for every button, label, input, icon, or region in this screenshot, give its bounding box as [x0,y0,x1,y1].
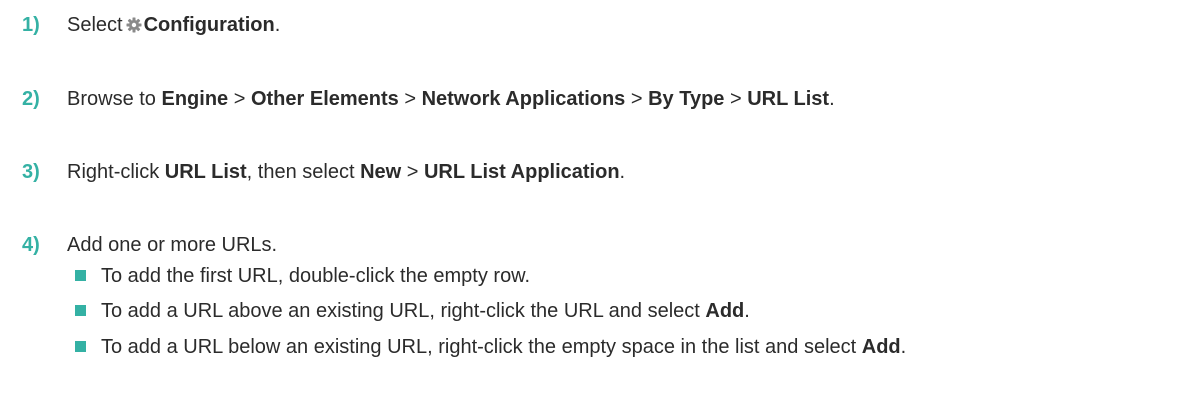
text-segment: , then select [246,161,361,183]
ui-term-by-type: By Type [648,88,725,110]
text-segment: Browse to [67,88,162,110]
ui-term-add: Add [861,336,901,358]
list-item: To add the first URL, double-click the e… [0,262,1180,290]
text-segment: Select [67,14,123,36]
text-segment: . [900,336,907,358]
ui-term-other-elements: Other Elements [250,88,399,110]
step-text: Select Configuration. [67,10,280,40]
step-number: 3) [22,161,40,183]
step-number: 4) [22,234,40,256]
ui-term-url-list: URL List [164,161,247,183]
list-item-text: To add a URL below an existing URL, righ… [101,333,906,361]
ui-term-configuration: Configuration [143,14,275,36]
list-item: To add a URL above an existing URL, righ… [0,297,1180,325]
text-segment: . [619,161,626,183]
step-number: 2) [22,88,40,110]
bullet-square-icon [75,341,86,352]
path-separator: > [401,161,424,183]
step-text: Right-click URL List, then select New > … [67,157,625,187]
text-segment: . [829,88,835,110]
step-3: 3) Right-click URL List, then select New… [0,157,1180,187]
step-1: 1) Select Configuration. [0,10,1180,40]
path-separator: > [228,88,251,110]
ui-term-add: Add [705,300,745,322]
text-segment: To add a URL below an existing URL, righ… [101,336,862,358]
ui-term-new: New [360,161,402,183]
text-segment: . [744,300,750,322]
step-4: 4) Add one or more URLs. [0,230,1180,260]
step-2: 2) Browse to Engine > Other Elements > N… [0,84,1180,114]
ui-term-url-list-application: URL List Application [423,161,620,183]
text-segment: Right-click [67,161,165,183]
gear-icon [126,17,142,33]
ui-term-url-list: URL List [747,88,830,110]
list-item-text: To add the first URL, double-click the e… [101,265,531,287]
ui-term-network-applications: Network Applications [421,88,626,110]
text-segment: . [274,14,281,36]
path-separator: > [724,88,748,110]
step-text: Add one or more URLs. [67,234,278,256]
bullet-square-icon [75,305,86,316]
ui-term-engine: Engine [161,88,229,110]
list-item: To add a URL below an existing URL, righ… [0,333,1180,361]
path-separator: > [398,88,422,110]
text-segment: To add a URL above an existing URL, righ… [101,300,706,322]
path-separator: > [625,88,649,110]
list-item-text: To add a URL above an existing URL, righ… [101,297,750,325]
step-text: Browse to Engine > Other Elements > Netw… [67,84,835,114]
step-number: 1) [22,14,40,36]
bullet-square-icon [75,270,86,281]
